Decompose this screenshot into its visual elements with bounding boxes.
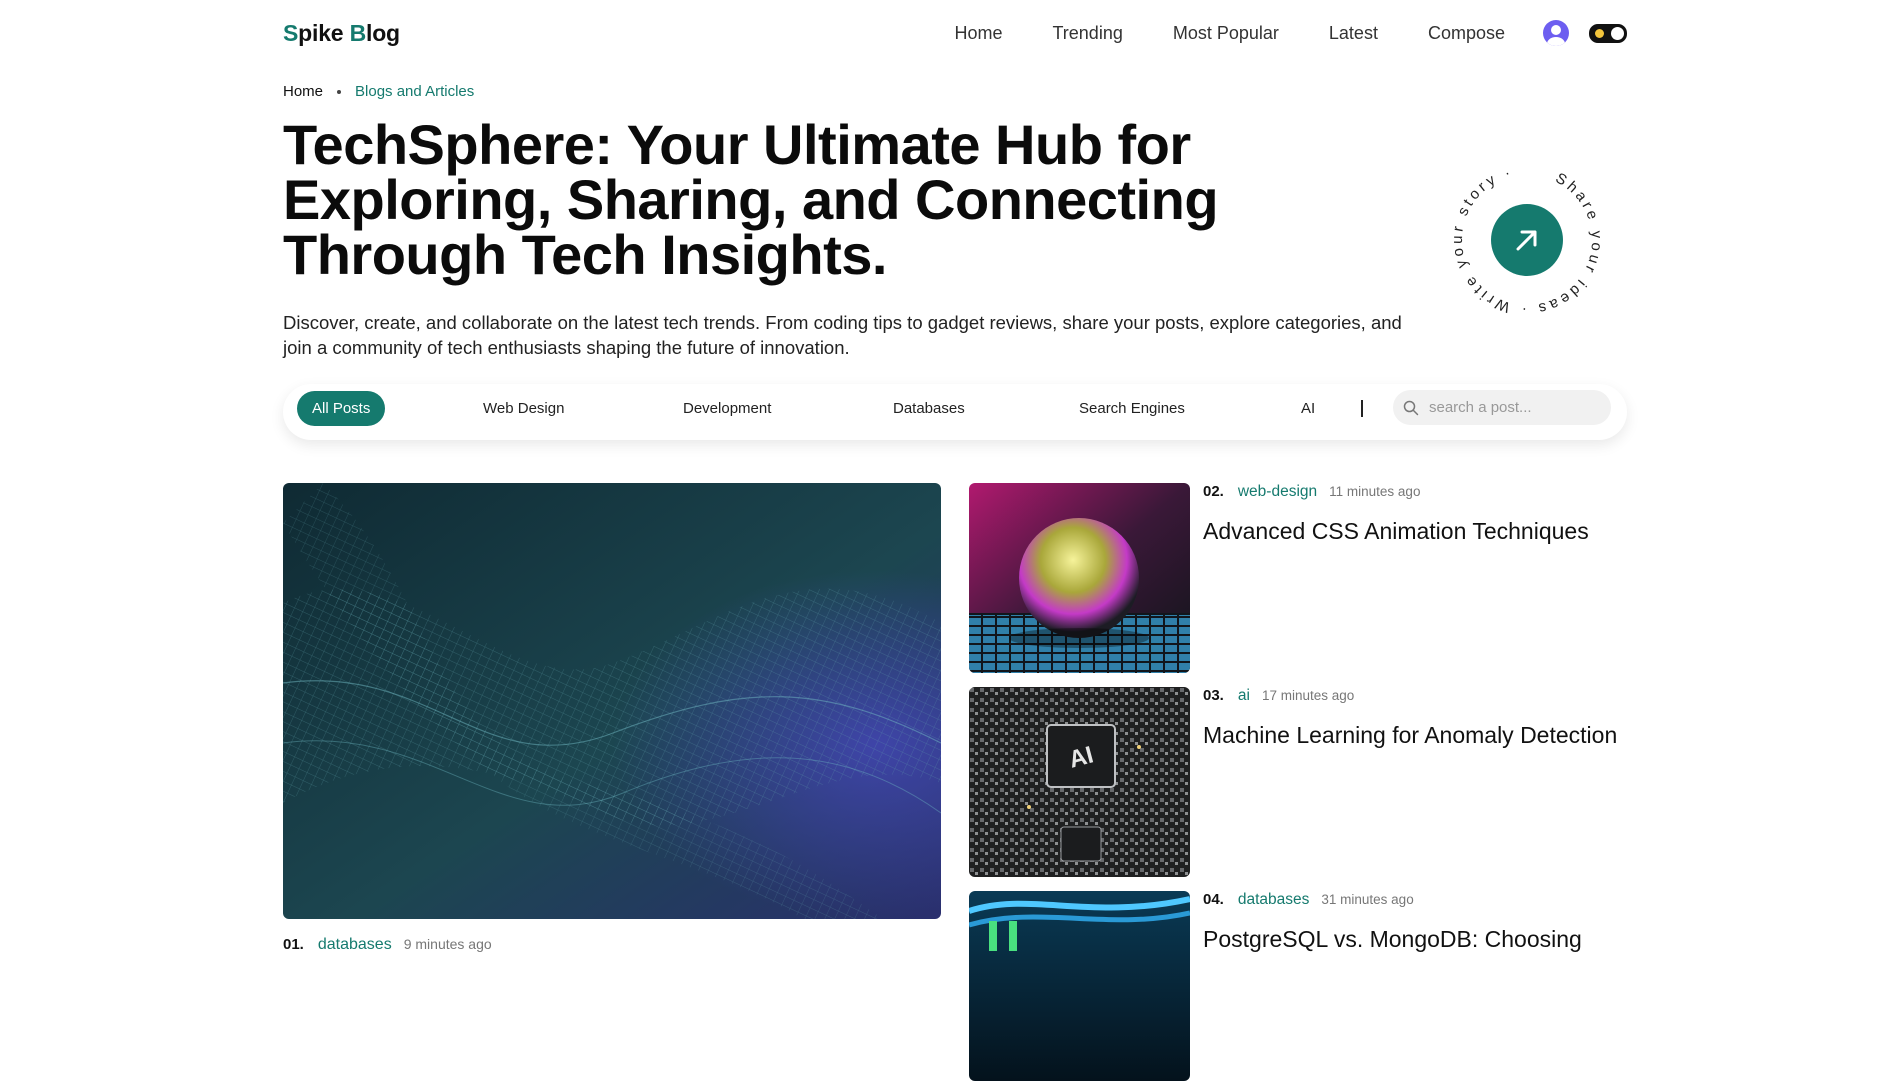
post-number: 02. — [1203, 483, 1224, 500]
nav-most-popular[interactable]: Most Popular — [1173, 23, 1279, 44]
post-time: 11 minutes ago — [1329, 484, 1421, 499]
filter-web-design[interactable]: Web Design — [483, 384, 564, 433]
post-tag[interactable]: web-design — [1238, 483, 1317, 501]
arrow-up-right-icon[interactable] — [1491, 204, 1563, 276]
post-meta: 03. ai 17 minutes ago — [1203, 687, 1354, 705]
breadcrumb-current: Blogs and Articles — [355, 83, 475, 100]
breadcrumb: Home Blogs and Articles — [283, 83, 474, 100]
nav-latest[interactable]: Latest — [1329, 23, 1378, 44]
sun-icon — [1595, 28, 1604, 38]
logo-letter-s: S — [283, 20, 299, 46]
filter-all-posts[interactable]: All Posts — [297, 391, 386, 426]
main-nav: Home Trending Most Popular Latest Compos… — [954, 0, 1627, 66]
write-story-badge[interactable]: Share your ideas · Write your story · — [1447, 160, 1607, 320]
post-number: 04. — [1203, 891, 1224, 908]
featured-post-image[interactable] — [283, 483, 941, 919]
post-thumbnail[interactable] — [969, 891, 1190, 1081]
post-thumbnail[interactable] — [969, 483, 1190, 673]
arrow-glyph — [1516, 230, 1537, 251]
theme-toggle-icon[interactable] — [1589, 23, 1627, 43]
post-tag[interactable]: databases — [1238, 891, 1310, 909]
post-time: 9 minutes ago — [403, 936, 492, 952]
avatar-head — [1551, 25, 1561, 35]
post-time: 31 minutes ago — [1321, 892, 1414, 907]
user-avatar-icon[interactable] — [1543, 20, 1569, 46]
featured-post-meta: 01. databases 9 minutes ago — [283, 936, 492, 954]
search-icon — [1403, 400, 1419, 415]
nav-home[interactable]: Home — [954, 23, 1002, 44]
post-card[interactable]: 04. databases 31 minutes ago PostgreSQL … — [969, 891, 1627, 1081]
toggle-knob — [1611, 26, 1624, 40]
filter-development[interactable]: Development — [683, 384, 771, 433]
post-time: 17 minutes ago — [1261, 688, 1355, 703]
nav-compose[interactable]: Compose — [1428, 23, 1505, 44]
site-logo[interactable]: Spike Blog — [283, 20, 400, 47]
post-title[interactable]: Machine Learning for Anomaly Detection — [1203, 721, 1623, 750]
logo-letter-b: B — [349, 20, 367, 46]
post-meta: 04. databases 31 minutes ago — [1203, 891, 1414, 909]
nav-trending[interactable]: Trending — [1052, 23, 1122, 44]
filter-ai[interactable]: AI — [1301, 384, 1315, 433]
post-thumbnail[interactable]: AI — [969, 687, 1190, 877]
avatar-body — [1547, 37, 1565, 46]
search-box — [1393, 390, 1611, 425]
post-card[interactable]: 02. web-design 11 minutes ago Advanced C… — [969, 483, 1627, 673]
breadcrumb-home[interactable]: Home — [283, 83, 323, 100]
filter-search-engines[interactable]: Search Engines — [1079, 384, 1185, 433]
logo-text-pike: pike — [298, 20, 350, 46]
post-number: 01. — [283, 936, 304, 953]
post-title[interactable]: PostgreSQL vs. MongoDB: Choosing — [1203, 925, 1623, 954]
ai-chip-image: AI — [969, 687, 1190, 877]
post-meta: 02. web-design 11 minutes ago — [1203, 483, 1420, 501]
logo-text-log: log — [366, 20, 400, 46]
page: Spike Blog Home Trending Most Popular La… — [283, 0, 1627, 1081]
hero-description: Discover, create, and collaborate on the… — [283, 312, 1402, 358]
breadcrumb-separator — [337, 89, 342, 94]
search-input[interactable] — [1427, 398, 1601, 417]
abstract-mesh-image — [283, 483, 941, 919]
server-cables-image — [969, 891, 1190, 1081]
post-card[interactable]: AI 03. ai 17 minutes ago Machine Learnin… — [969, 687, 1627, 877]
post-title[interactable]: Advanced CSS Animation Techniques — [1203, 517, 1623, 546]
glass-sphere-image — [969, 483, 1190, 673]
filter-databases[interactable]: Databases — [893, 384, 965, 433]
post-tag[interactable]: databases — [318, 936, 392, 954]
filter-divider — [1361, 400, 1363, 417]
post-number: 03. — [1203, 687, 1224, 704]
page-title: TechSphere: Your Ultimate Hub for Explor… — [283, 113, 1219, 286]
post-tag[interactable]: ai — [1238, 687, 1250, 705]
category-filter-bar: All Posts Web Design Development Databas… — [283, 384, 1627, 440]
